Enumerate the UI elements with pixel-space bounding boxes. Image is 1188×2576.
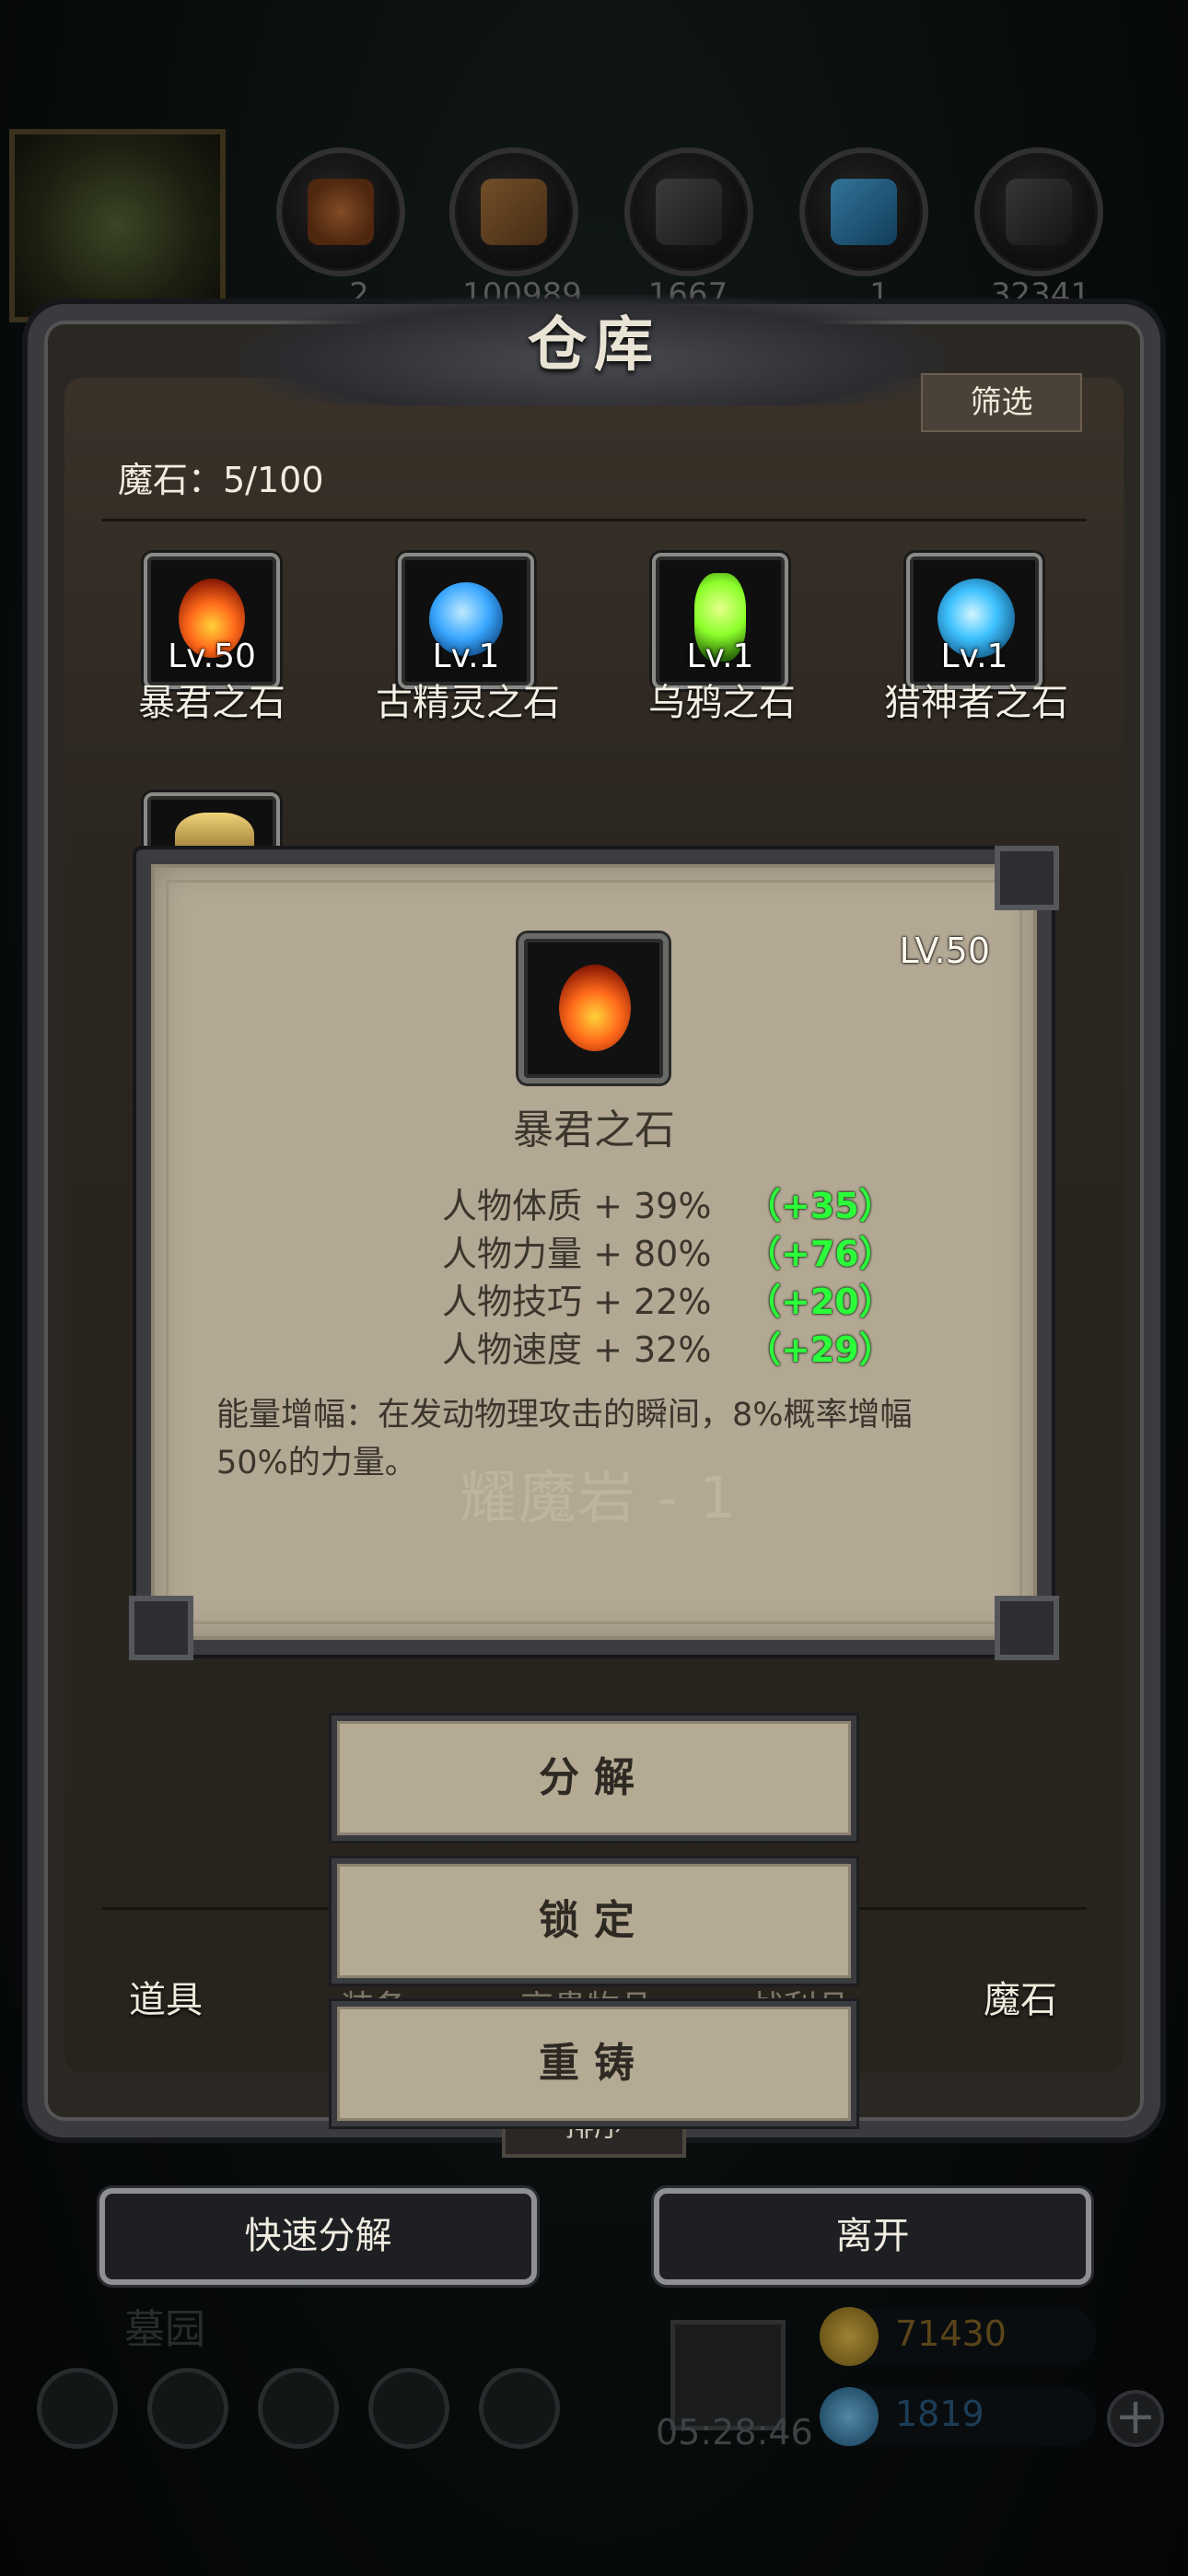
detail-stone-name: 暴君之石 bbox=[513, 1107, 675, 1153]
stat-bonus: （+76） bbox=[746, 1234, 894, 1274]
stone-count: 魔石：5/100 bbox=[118, 460, 324, 500]
recast-button[interactable]: 重铸 bbox=[332, 2001, 856, 2126]
stone-name: 乌鸦之石 bbox=[648, 682, 796, 724]
decompose-button[interactable]: 分解 bbox=[332, 1715, 856, 1841]
stone-name: 猎神者之石 bbox=[884, 682, 1068, 724]
stat-bonus: （+35） bbox=[746, 1186, 894, 1226]
stat-label: 人物力量 + 80% bbox=[442, 1234, 712, 1274]
filter-button[interactable]: 筛选 bbox=[921, 373, 1082, 432]
panel-title: 仓库 bbox=[528, 311, 660, 380]
detail-description: 能量增幅：在发动物理攻击的瞬间，8%概率增幅50%的力量。 bbox=[216, 1397, 913, 1481]
divider bbox=[101, 519, 1087, 521]
leave-button[interactable]: 离开 bbox=[654, 2188, 1091, 2285]
detail-stone-slot bbox=[518, 933, 669, 1083]
popup-corner-ornament bbox=[995, 846, 1059, 910]
stat-row: 人物速度 + 32% （+29） bbox=[442, 1325, 921, 1375]
detail-level: LV.50 bbox=[899, 931, 990, 971]
stone-level: Lv.1 bbox=[432, 638, 500, 675]
tab-items[interactable]: 道具 bbox=[129, 1970, 203, 2023]
stat-bonus: （+20） bbox=[746, 1282, 894, 1322]
stone-name: 暴君之石 bbox=[138, 682, 285, 724]
stat-row: 人物技巧 + 22% （+20） bbox=[442, 1277, 921, 1327]
popup-corner-ornament bbox=[129, 1596, 193, 1660]
stat-label: 人物技巧 + 22% bbox=[442, 1282, 712, 1322]
fire-stone-icon bbox=[559, 965, 631, 1051]
stat-label: 人物体质 + 39% bbox=[442, 1186, 712, 1226]
stat-bonus: （+29） bbox=[746, 1329, 894, 1370]
quick-decompose-button[interactable]: 快速分解 bbox=[99, 2188, 537, 2285]
lock-button[interactable]: 锁定 bbox=[332, 1858, 856, 1984]
popup-corner-ornament bbox=[995, 1596, 1059, 1660]
stone-name: 古精灵之石 bbox=[376, 682, 560, 724]
tab-magic-stone[interactable]: 魔石 bbox=[984, 1970, 1057, 2023]
stone-level: Lv.50 bbox=[168, 638, 256, 675]
stat-row: 人物力量 + 80% （+76） bbox=[442, 1229, 921, 1279]
stone-level: Lv.1 bbox=[940, 638, 1008, 675]
stat-label: 人物速度 + 32% bbox=[442, 1329, 712, 1370]
stat-row: 人物体质 + 39% （+35） bbox=[442, 1181, 921, 1231]
stone-level: Lv.1 bbox=[686, 638, 754, 675]
